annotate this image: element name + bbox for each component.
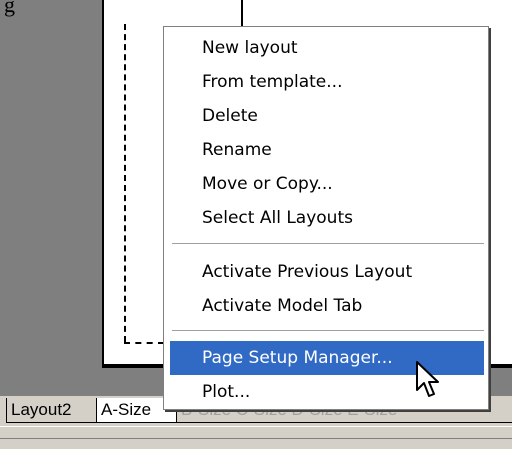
top-text-fragment-left: g bbox=[4, 0, 15, 17]
menu-item-from-template[interactable]: From template... bbox=[170, 65, 484, 99]
mouse-pointer-icon bbox=[416, 361, 439, 397]
menu-item-move-or-copy[interactable]: Move or Copy... bbox=[170, 167, 484, 201]
menu-separator bbox=[172, 243, 484, 244]
status-bar-divider bbox=[0, 438, 512, 439]
viewport-edge bbox=[241, 0, 243, 28]
menu-item-delete[interactable]: Delete bbox=[170, 99, 484, 133]
printable-area-bottom-border bbox=[124, 342, 164, 344]
menu-item-activate-model-tab[interactable]: Activate Model Tab bbox=[170, 289, 484, 323]
menu-item-rename[interactable]: Rename bbox=[170, 133, 484, 167]
menu-item-select-all-layouts[interactable]: Select All Layouts bbox=[170, 201, 484, 235]
layout-context-menu: New layout From template... Delete Renam… bbox=[163, 26, 489, 410]
tab-layout2[interactable]: Layout2 bbox=[6, 398, 106, 423]
menu-item-activate-previous-layout[interactable]: Activate Previous Layout bbox=[170, 255, 484, 289]
menu-item-new-layout[interactable]: New layout bbox=[170, 31, 484, 65]
menu-separator bbox=[172, 330, 484, 331]
printable-area-border bbox=[124, 24, 126, 342]
